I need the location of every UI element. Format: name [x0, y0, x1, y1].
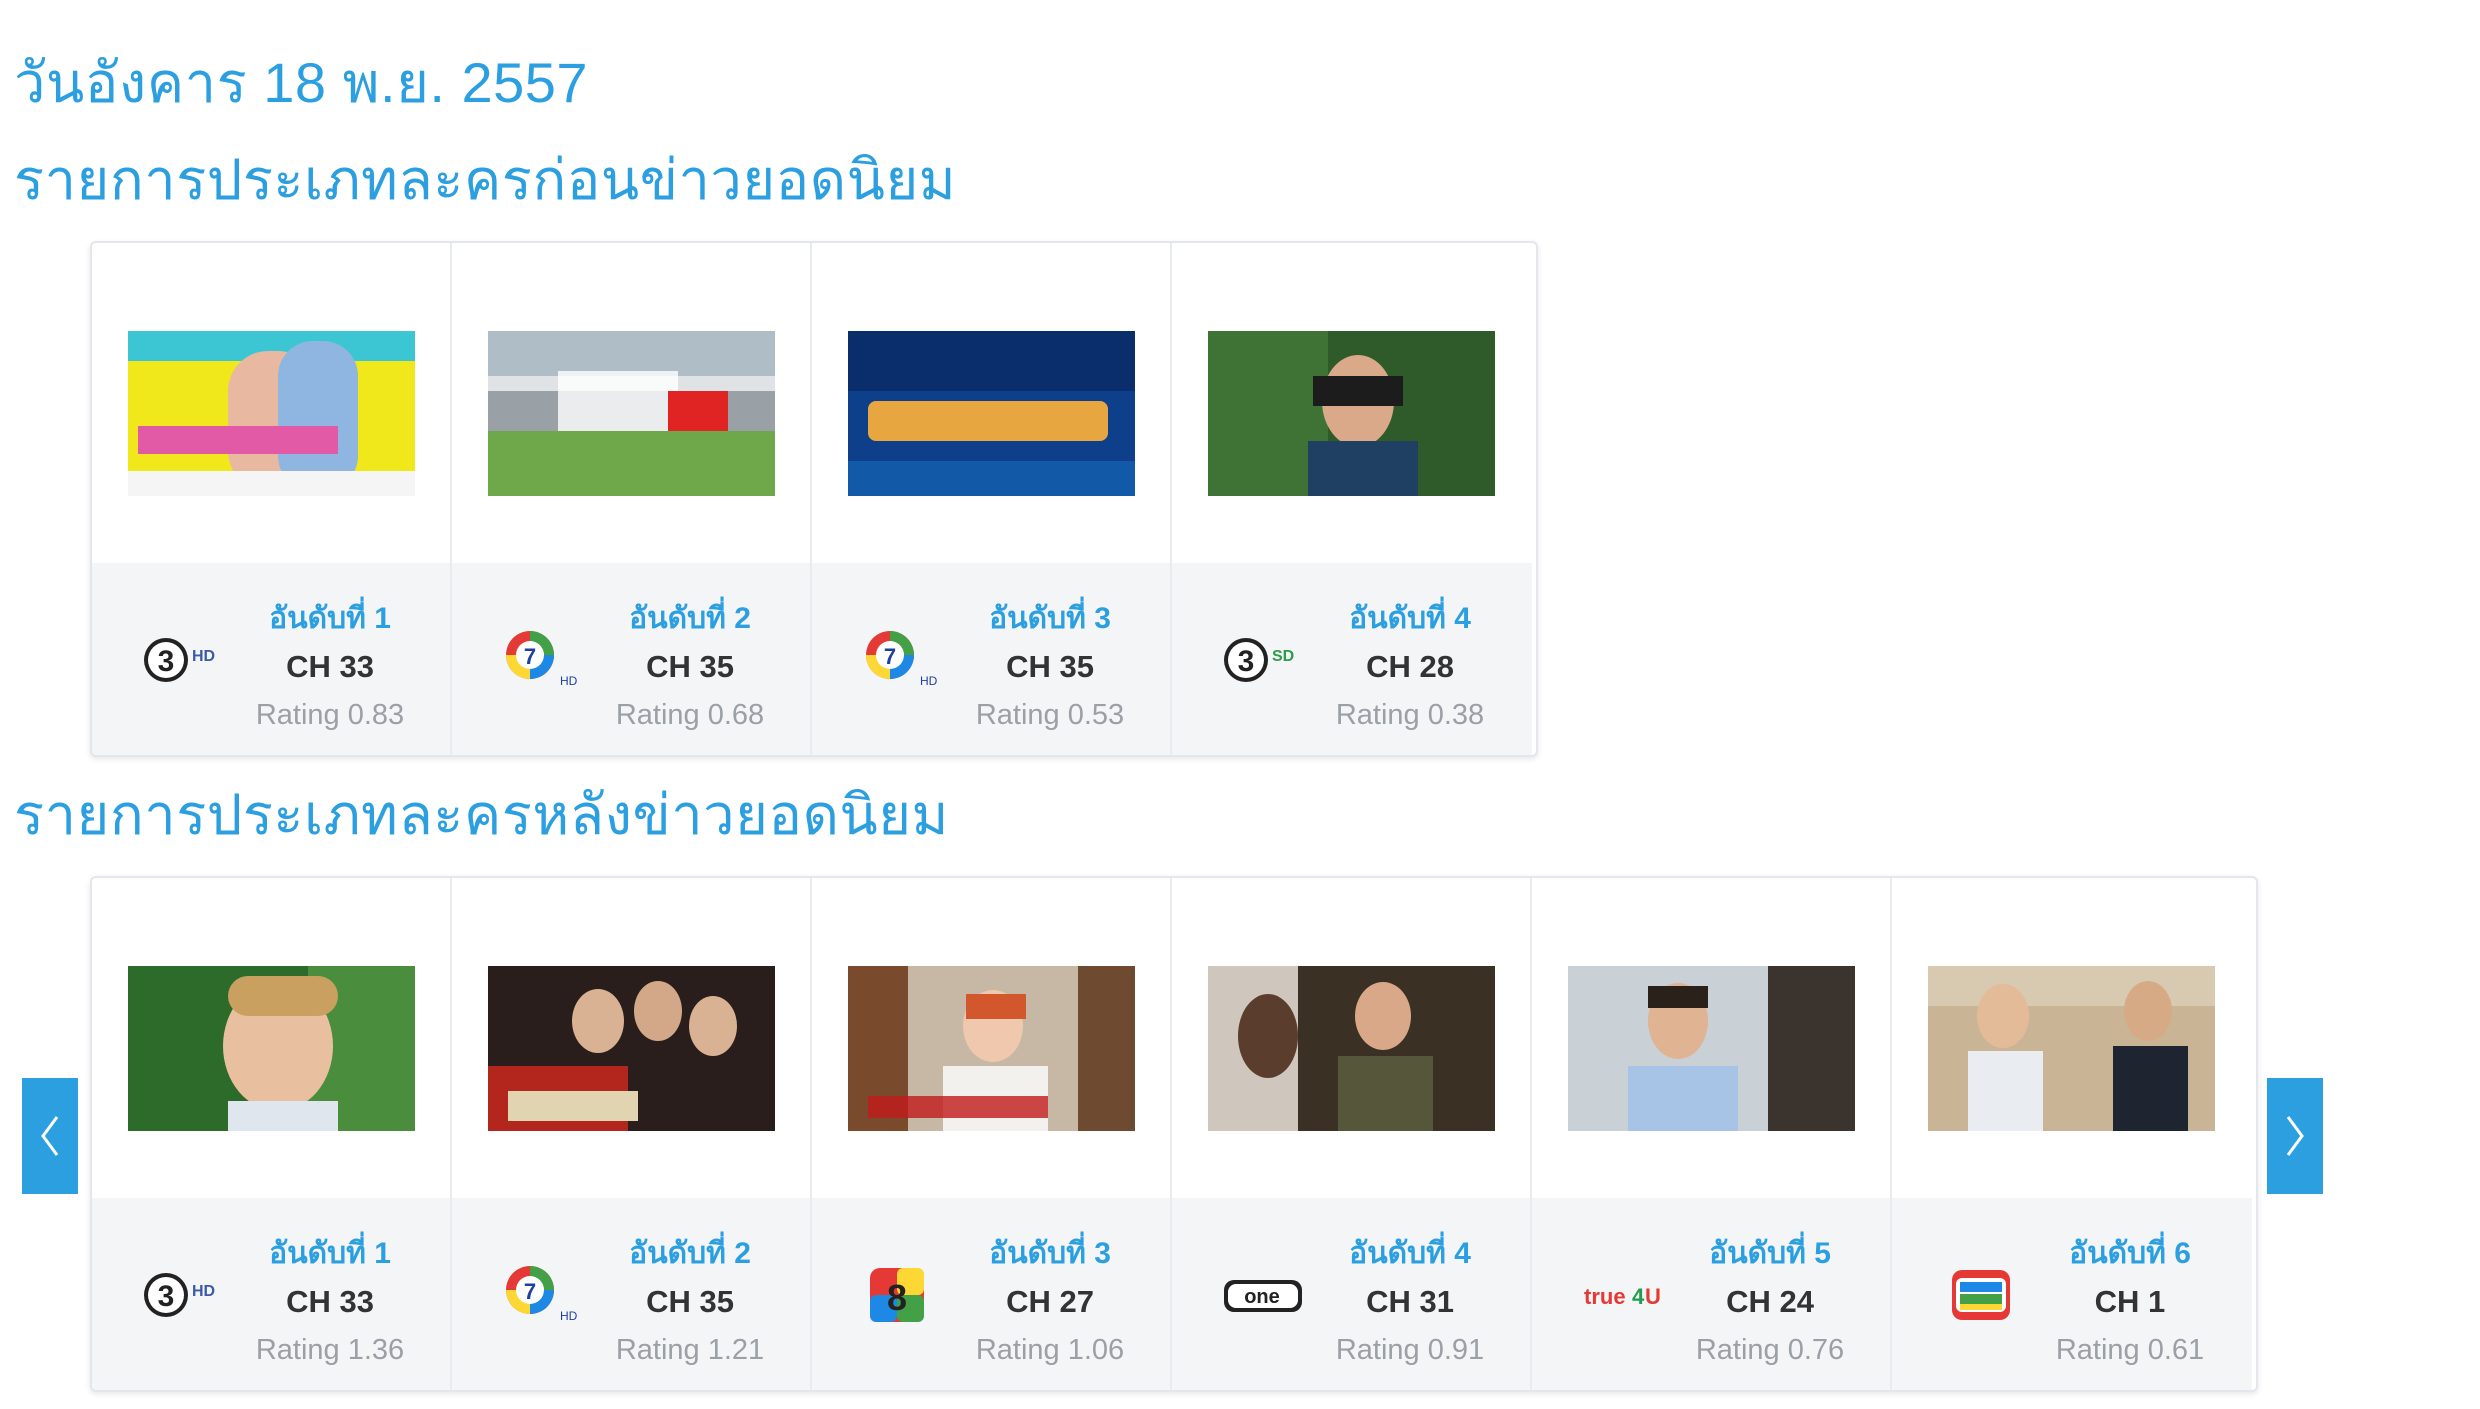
rating-label: Rating 0.38: [1335, 699, 1485, 731]
channel-label: CH 24: [1726, 1284, 1814, 1319]
program-thumbnail[interactable]: [848, 331, 1135, 496]
program-card[interactable]: 3 HD อันดับที่ 1 CH 33 Rating 1.36: [92, 878, 452, 1390]
program-thumbnail[interactable]: [128, 331, 415, 496]
rank-label: อันดับที่ 1: [269, 1237, 391, 1270]
svg-text:true: true: [1584, 1284, 1626, 1309]
rating-label: Rating 1.21: [615, 1334, 765, 1366]
svg-text:U: U: [1645, 1284, 1661, 1309]
channel-label: CH 31: [1366, 1284, 1454, 1319]
channel-label: CH 27: [1006, 1284, 1094, 1319]
before-news-carousel: 3 HD อันดับที่ 1 CH 33 Rating 0.83 7 HD …: [90, 241, 1538, 757]
rating-label: Rating 0.76: [1695, 1334, 1845, 1366]
chevron-left-icon: [41, 1116, 59, 1156]
rating-label: Rating 0.61: [2055, 1334, 2205, 1366]
rating-label: Rating 0.91: [1335, 1334, 1485, 1366]
program-thumbnail[interactable]: [848, 966, 1135, 1131]
svg-text:4: 4: [1632, 1284, 1645, 1309]
program-card[interactable]: 3 HD อันดับที่ 1 CH 33 Rating 0.83: [92, 243, 452, 755]
rank-label: อันดับที่ 4: [1349, 1237, 1471, 1270]
svg-text:7: 7: [524, 1279, 536, 1304]
svg-text:7: 7: [884, 644, 896, 669]
program-card[interactable]: 7 HD อันดับที่ 3 CH 35 Rating 0.53: [812, 243, 1172, 755]
rank-label: อันดับที่ 3: [989, 602, 1111, 635]
rank-label: อันดับที่ 1: [269, 602, 391, 635]
carousel-prev-button[interactable]: [22, 1078, 78, 1194]
program-thumbnail[interactable]: [1208, 331, 1495, 496]
ch8-logo-icon: 8: [862, 1264, 944, 1326]
channel-label: CH 35: [1006, 649, 1094, 684]
program-thumbnail[interactable]: [128, 966, 415, 1131]
program-card[interactable]: 8 อันดับที่ 3 CH 27 Rating 1.06: [812, 878, 1172, 1390]
program-card[interactable]: one อันดับที่ 4 CH 31 Rating 0.91: [1172, 878, 1532, 1390]
svg-text:3: 3: [1238, 645, 1255, 678]
program-thumbnail[interactable]: [1928, 966, 2215, 1131]
program-card[interactable]: 3 SD อันดับที่ 4 CH 28 Rating 0.38: [1172, 243, 1532, 755]
ch3-hd-logo-icon: 3 HD: [142, 1264, 224, 1326]
svg-text:HD: HD: [560, 674, 578, 688]
channel-label: CH 35: [646, 1284, 734, 1319]
svg-text:8: 8: [887, 1277, 907, 1318]
svg-text:SD: SD: [1272, 648, 1294, 665]
channel-label: CH 33: [286, 649, 374, 684]
ch3-sd-logo-icon: 3 SD: [1222, 629, 1304, 691]
svg-text:3: 3: [158, 1280, 175, 1313]
rating-label: Rating 0.83: [255, 699, 405, 731]
program-card[interactable]: true 4 U อันดับที่ 5 CH 24 Rating 0.76: [1532, 878, 1892, 1390]
one-hd-logo-icon: one: [1222, 1264, 1304, 1326]
ch7-logo-icon: 7 HD: [862, 629, 944, 691]
section-title-after-news: รายการประเภทละครหลังข่าวยอดนิยม: [14, 783, 949, 846]
program-card[interactable]: 7 HD อันดับที่ 2 CH 35 Rating 1.21: [452, 878, 812, 1390]
rank-label: อันดับที่ 5: [1709, 1237, 1831, 1270]
svg-text:HD: HD: [560, 1309, 578, 1323]
rank-label: อันดับที่ 2: [629, 602, 751, 635]
after-news-carousel: 3 HD อันดับที่ 1 CH 33 Rating 1.36 7 HD …: [90, 876, 2258, 1392]
rank-label: อันดับที่ 2: [629, 1237, 751, 1270]
svg-text:HD: HD: [192, 1283, 215, 1300]
carousel-next-button[interactable]: [2267, 1078, 2323, 1194]
rank-label: อันดับที่ 4: [1349, 602, 1471, 635]
rating-label: Rating 1.06: [975, 1334, 1125, 1366]
channel-label: CH 33: [286, 1284, 374, 1319]
section-title-before-news: รายการประเภทละครก่อนข่าวยอดนิยม: [14, 148, 957, 211]
svg-text:7: 7: [524, 644, 536, 669]
program-card[interactable]: อันดับที่ 6 CH 1 Rating 0.61: [1892, 878, 2252, 1390]
rank-label: อันดับที่ 6: [2069, 1237, 2191, 1270]
channel-label: CH 35: [646, 649, 734, 684]
rating-label: Rating 1.36: [255, 1334, 405, 1366]
channel-label: CH 28: [1366, 649, 1454, 684]
date-heading: วันอังคาร 18 พ.ย. 2557: [14, 51, 589, 114]
program-thumbnail[interactable]: [488, 331, 775, 496]
svg-text:3: 3: [158, 645, 175, 678]
svg-text:HD: HD: [192, 648, 215, 665]
true4u-logo-icon: true 4 U: [1582, 1264, 1664, 1326]
ch7-logo-icon: 7 HD: [502, 1264, 584, 1326]
program-card[interactable]: 7 HD อันดับที่ 2 CH 35 Rating 0.68: [452, 243, 812, 755]
program-thumbnail[interactable]: [488, 966, 775, 1131]
channel-label: CH 1: [2094, 1284, 2166, 1319]
program-thumbnail[interactable]: [1568, 966, 1855, 1131]
chevron-right-icon: [2286, 1116, 2304, 1156]
rating-label: Rating 0.68: [615, 699, 765, 731]
ch5-logo-icon: [1942, 1264, 2024, 1326]
program-thumbnail[interactable]: [1208, 966, 1495, 1131]
rating-label: Rating 0.53: [975, 699, 1125, 731]
ch7-logo-icon: 7 HD: [502, 629, 584, 691]
rank-label: อันดับที่ 3: [989, 1237, 1111, 1270]
svg-text:HD: HD: [920, 674, 938, 688]
svg-text:one: one: [1244, 1286, 1280, 1308]
ch3-hd-logo-icon: 3 HD: [142, 629, 224, 691]
